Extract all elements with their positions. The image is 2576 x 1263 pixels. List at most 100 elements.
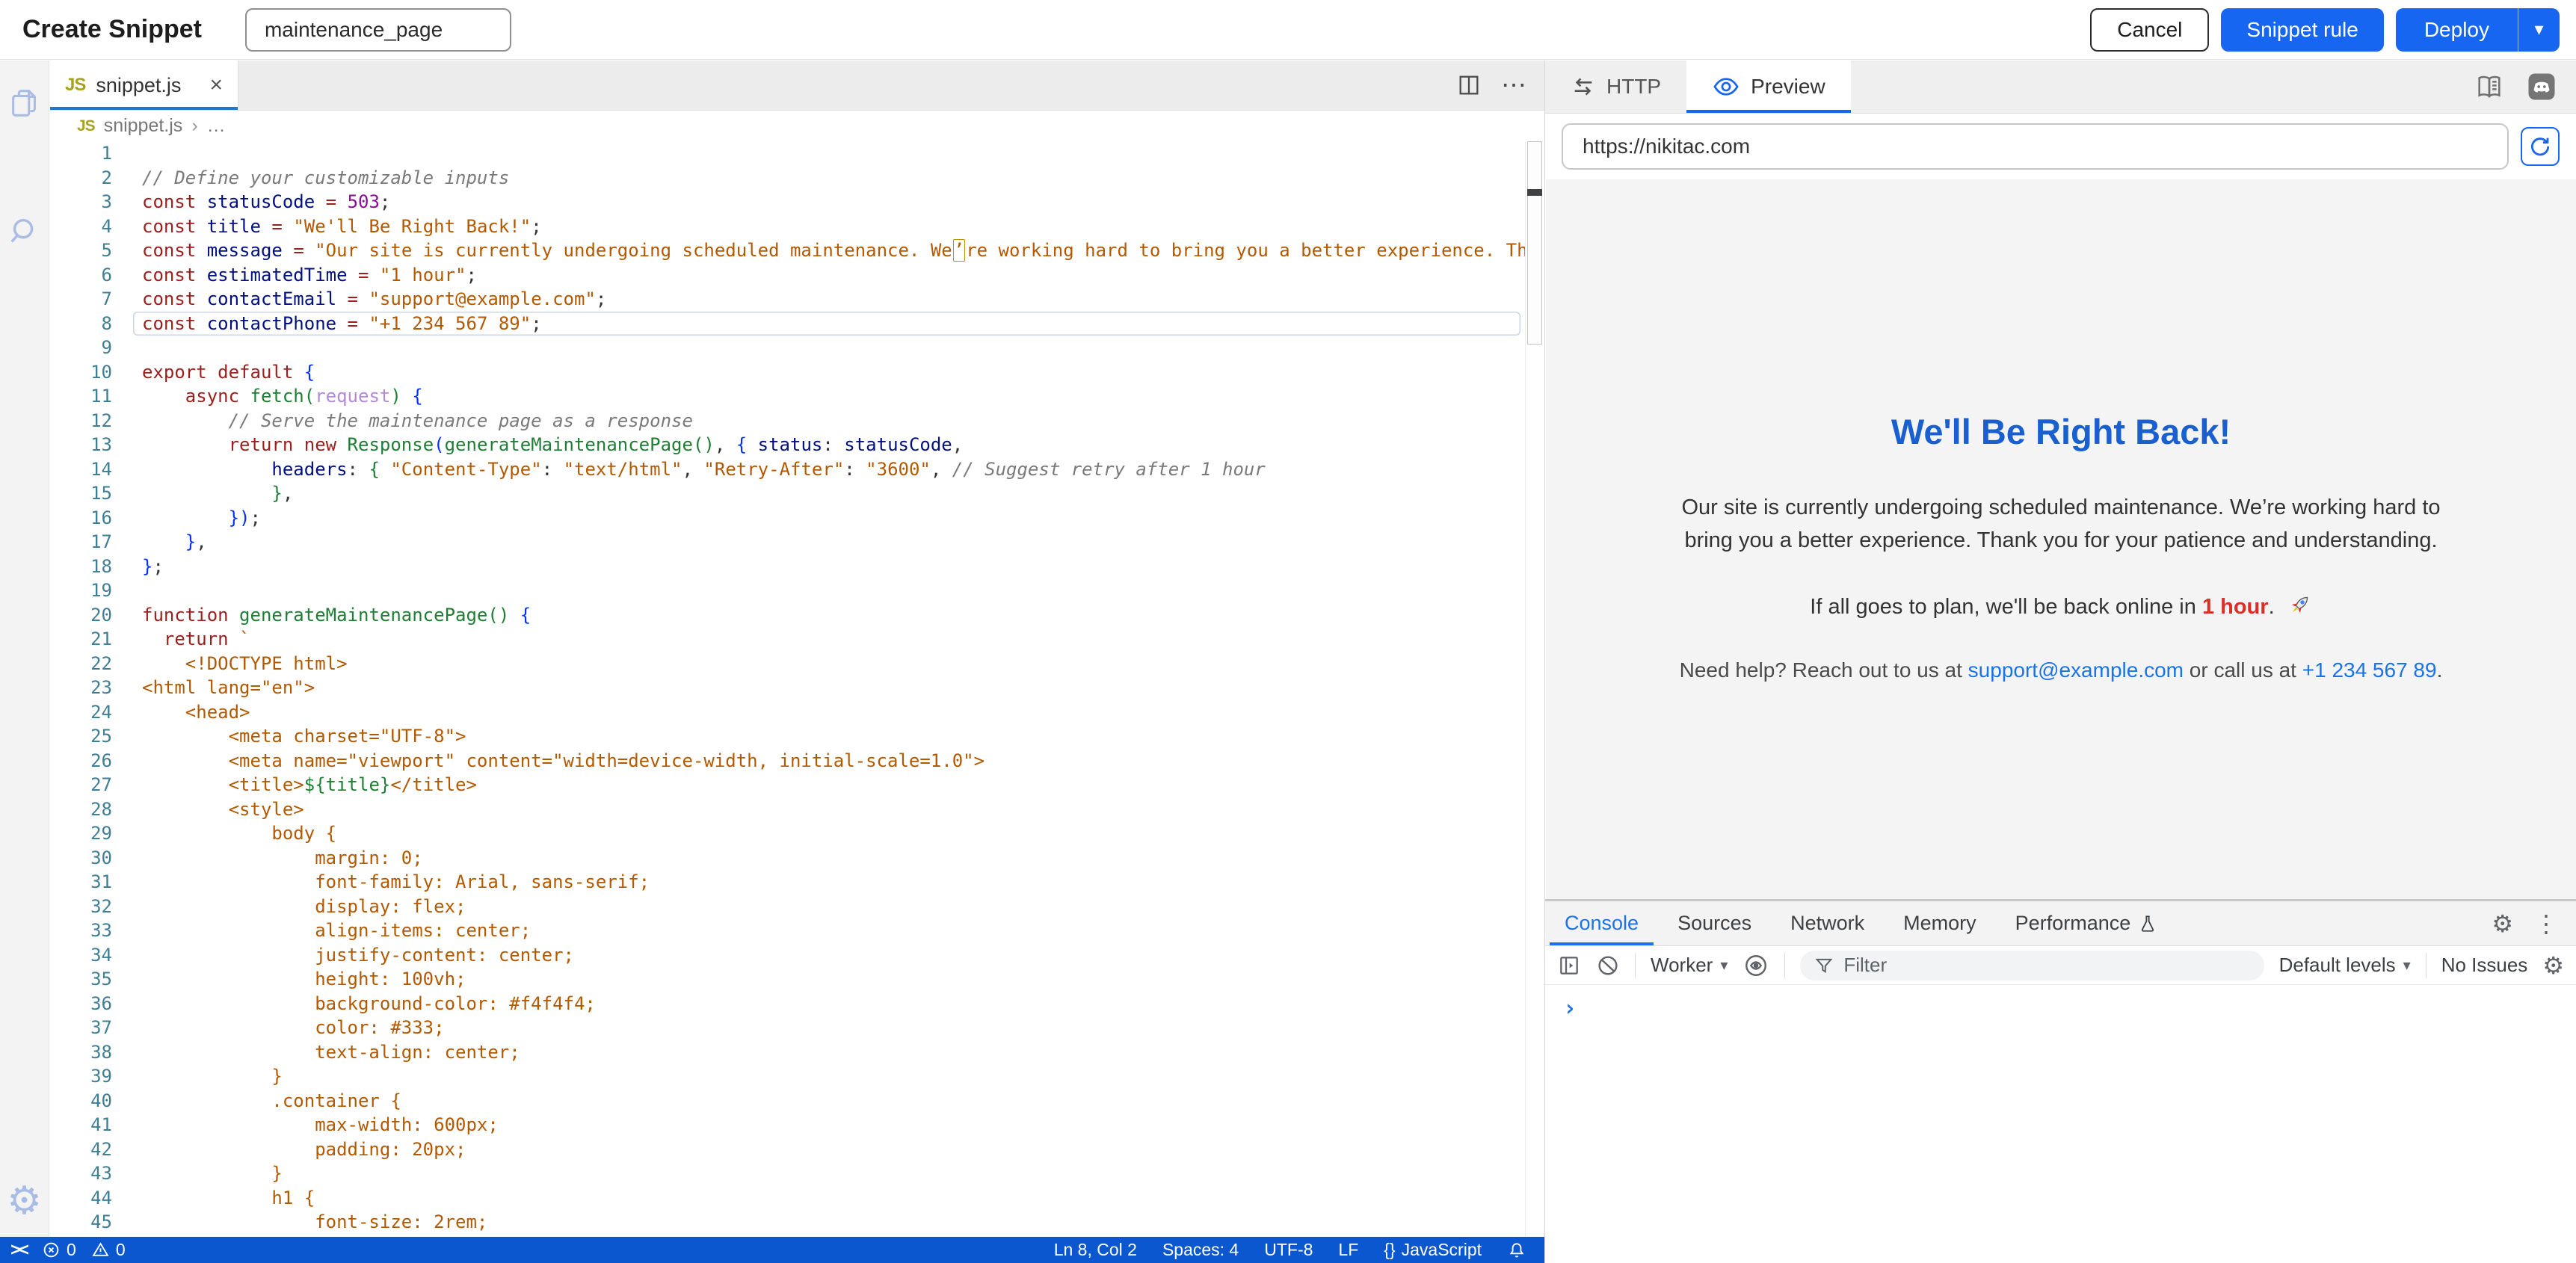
- more-actions-icon[interactable]: ⋯: [1501, 70, 1528, 100]
- tab-performance[interactable]: Performance: [1996, 901, 2178, 945]
- code-line[interactable]: 18};: [50, 555, 1525, 579]
- code-line[interactable]: 27 <title>${title}</title>: [50, 773, 1525, 797]
- code-line[interactable]: 36 background-color: #f4f4f4;: [50, 992, 1525, 1016]
- code-line[interactable]: 13 return new Response(generateMaintenan…: [50, 433, 1525, 457]
- code-line[interactable]: 16 });: [50, 506, 1525, 531]
- deploy-dropdown-button[interactable]: ▾: [2518, 8, 2560, 52]
- code-line[interactable]: 40 .container {: [50, 1089, 1525, 1114]
- devtools-settings-icon[interactable]: ⚙: [2492, 910, 2513, 938]
- split-editor-icon[interactable]: [1456, 72, 1482, 98]
- remote-indicator-icon[interactable]: ><: [10, 1240, 27, 1261]
- error-icon: [42, 1241, 61, 1259]
- tab-console[interactable]: Console: [1545, 901, 1658, 945]
- files-icon[interactable]: [7, 86, 42, 120]
- code-line[interactable]: 15 },: [50, 481, 1525, 506]
- breadcrumb-file[interactable]: snippet.js: [104, 115, 183, 137]
- code-line[interactable]: 31 font-family: Arial, sans-serif;: [50, 870, 1525, 895]
- code-line[interactable]: 33 align-items: center;: [50, 918, 1525, 943]
- code-line[interactable]: 14 headers: { "Content-Type": "text/html…: [50, 457, 1525, 482]
- code-line[interactable]: 29 body {: [50, 821, 1525, 846]
- tab-http[interactable]: HTTP: [1545, 61, 1686, 113]
- code-line[interactable]: 6const estimatedTime = "1 hour";: [50, 263, 1525, 288]
- settings-gear-icon[interactable]: ⚙: [7, 1182, 42, 1220]
- editor-scrollbar[interactable]: [1525, 141, 1544, 1237]
- code-line[interactable]: 32 display: flex;: [50, 895, 1525, 919]
- cancel-button[interactable]: Cancel: [2090, 8, 2209, 52]
- docs-book-icon[interactable]: [2474, 72, 2504, 102]
- code-line[interactable]: 19: [50, 578, 1525, 603]
- code-line[interactable]: 35 height: 100vh;: [50, 967, 1525, 992]
- code-line[interactable]: 10export default {: [50, 360, 1525, 385]
- code-line[interactable]: 4const title = "We'll Be Right Back!";: [50, 214, 1525, 239]
- console-output[interactable]: ›: [1545, 985, 2576, 1263]
- console-sidebar-icon[interactable]: [1557, 954, 1581, 978]
- code-line[interactable]: 24 <head>: [50, 700, 1525, 725]
- code-line[interactable]: 9: [50, 336, 1525, 360]
- log-levels-dropdown[interactable]: Default levels ▾: [2279, 954, 2411, 977]
- console-prompt-icon[interactable]: ›: [1563, 995, 1577, 1022]
- breadcrumb-symbol[interactable]: …: [207, 115, 226, 137]
- indentation[interactable]: Spaces: 4: [1162, 1240, 1239, 1260]
- discord-icon[interactable]: [2527, 72, 2557, 102]
- code-line[interactable]: 12 // Serve the maintenance page as a re…: [50, 409, 1525, 433]
- code-line[interactable]: 8const contactPhone = "+1 234 567 89";: [50, 312, 1525, 336]
- code-editor[interactable]: 12// Define your customizable inputs3con…: [50, 141, 1525, 1237]
- code-line[interactable]: 5const message = "Our site is currently …: [50, 238, 1525, 263]
- encoding[interactable]: UTF-8: [1264, 1240, 1313, 1260]
- snippet-rule-button[interactable]: Snippet rule: [2221, 8, 2383, 52]
- panel-divider[interactable]: [1544, 61, 1545, 1263]
- code-line[interactable]: 23<html lang="en">: [50, 676, 1525, 700]
- tab-network[interactable]: Network: [1771, 901, 1884, 945]
- phone-link[interactable]: +1 234 567 89: [2302, 658, 2437, 682]
- code-line[interactable]: 26 <meta name="viewport" content="width=…: [50, 749, 1525, 773]
- preview-url-input[interactable]: [1562, 123, 2509, 170]
- issues-counter[interactable]: No Issues: [2441, 954, 2528, 977]
- code-line[interactable]: 39 }: [50, 1064, 1525, 1089]
- code-line[interactable]: 43 }: [50, 1161, 1525, 1186]
- code-line[interactable]: 2// Define your customizable inputs: [50, 166, 1525, 191]
- scrollbar-thumb[interactable]: [1527, 141, 1542, 345]
- code-line[interactable]: 28 <style>: [50, 797, 1525, 822]
- support-email-link[interactable]: support@example.com: [1968, 658, 2184, 682]
- code-line[interactable]: 42 padding: 20px;: [50, 1137, 1525, 1162]
- notifications-bell-icon[interactable]: [1507, 1241, 1526, 1260]
- code-line[interactable]: 30 margin: 0;: [50, 846, 1525, 871]
- warnings-status[interactable]: 0: [91, 1240, 126, 1260]
- code-line[interactable]: 34 justify-content: center;: [50, 943, 1525, 968]
- console-filter-input[interactable]: Filter: [1800, 951, 2264, 981]
- close-icon[interactable]: ×: [209, 72, 223, 98]
- code-line[interactable]: 38 text-align: center;: [50, 1040, 1525, 1065]
- code-line[interactable]: 20function generateMaintenancePage() {: [50, 603, 1525, 628]
- eol-sequence[interactable]: LF: [1338, 1240, 1358, 1260]
- code-text: justify-content: center;: [133, 943, 1520, 968]
- code-line[interactable]: 25 <meta charset="UTF-8">: [50, 724, 1525, 749]
- live-expression-eye-icon[interactable]: [1743, 952, 1769, 979]
- console-settings-icon[interactable]: ⚙: [2542, 951, 2564, 980]
- tab-memory[interactable]: Memory: [1884, 901, 1996, 945]
- code-line[interactable]: 3const statusCode = 503;: [50, 190, 1525, 214]
- code-line[interactable]: 17 },: [50, 530, 1525, 555]
- language-mode[interactable]: {} JavaScript: [1384, 1240, 1482, 1260]
- code-line[interactable]: 41 max-width: 600px;: [50, 1113, 1525, 1137]
- tab-sources[interactable]: Sources: [1658, 901, 1771, 945]
- code-line[interactable]: 45 font-size: 2rem;: [50, 1210, 1525, 1235]
- snippet-name-input[interactable]: [245, 8, 511, 52]
- code-line[interactable]: 37 color: #333;: [50, 1016, 1525, 1040]
- devtools-menu-icon[interactable]: ⋮: [2534, 910, 2558, 938]
- cursor-position[interactable]: Ln 8, Col 2: [1054, 1240, 1137, 1260]
- search-icon[interactable]: [7, 214, 42, 249]
- refresh-button[interactable]: [2521, 127, 2560, 166]
- code-line[interactable]: 22 <!DOCTYPE html>: [50, 652, 1525, 676]
- breadcrumb[interactable]: JS snippet.js › …: [50, 111, 1544, 141]
- errors-status[interactable]: 0: [42, 1240, 76, 1260]
- code-line[interactable]: 44 h1 {: [50, 1186, 1525, 1211]
- code-line[interactable]: 7const contactEmail = "support@example.c…: [50, 287, 1525, 312]
- clear-console-icon[interactable]: [1596, 954, 1620, 978]
- code-line[interactable]: 21 return `: [50, 627, 1525, 652]
- code-line[interactable]: 1: [50, 141, 1525, 166]
- tab-snippet-js[interactable]: JS snippet.js ×: [50, 61, 238, 110]
- tab-preview[interactable]: Preview: [1686, 61, 1851, 113]
- context-selector[interactable]: Worker ▾: [1651, 954, 1728, 977]
- code-line[interactable]: 11 async fetch(request) {: [50, 384, 1525, 409]
- deploy-button[interactable]: Deploy: [2396, 8, 2518, 52]
